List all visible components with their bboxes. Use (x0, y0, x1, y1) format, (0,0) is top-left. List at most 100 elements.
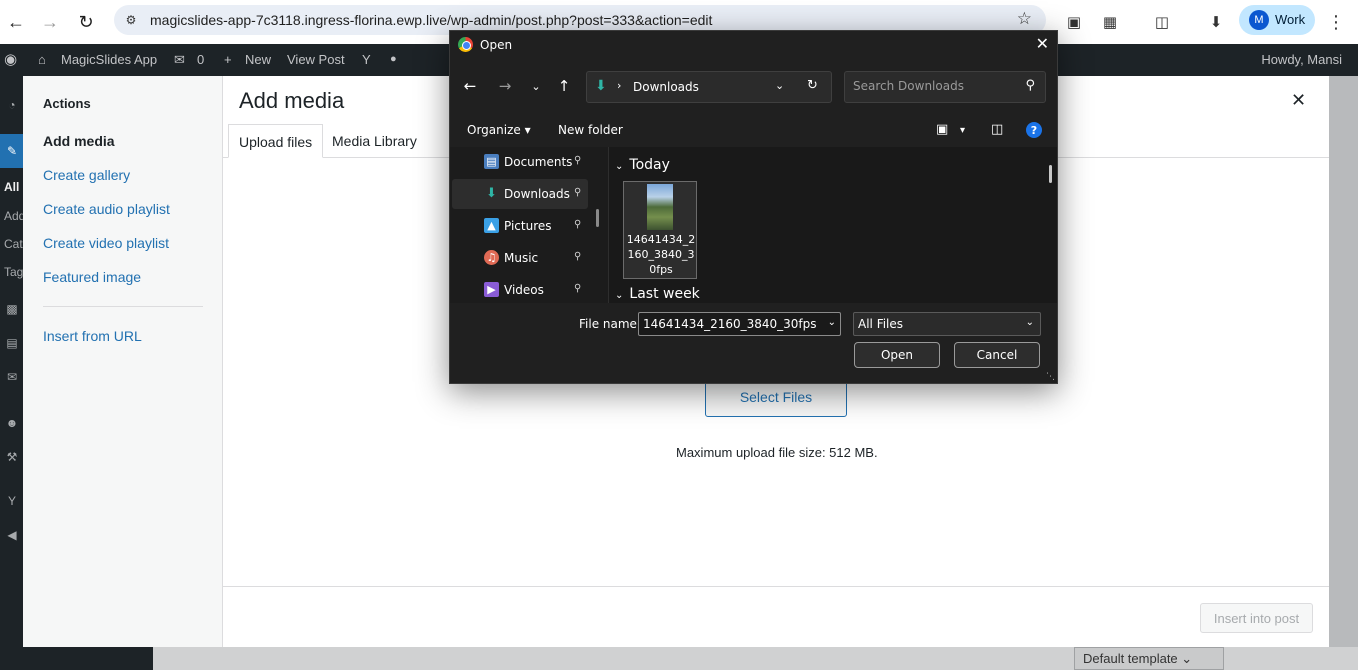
side-label-tags[interactable]: Tag (4, 265, 23, 279)
chevron-down-icon[interactable]: ⌄ (828, 317, 836, 328)
side-label-all[interactable]: All (4, 180, 19, 194)
menu-featured-image[interactable]: Featured image (43, 269, 141, 285)
nav-item-downloads[interactable]: ⬇ Downloads ⚲ (452, 179, 588, 209)
cast-screen-icon[interactable]: ◫ (1148, 8, 1176, 36)
media-icon[interactable]: ▩ (3, 300, 21, 318)
view-options-icon[interactable]: ▣ (936, 122, 948, 137)
new-folder-button[interactable]: New folder (558, 123, 623, 137)
image-extension-icon[interactable]: ▣ (1060, 8, 1088, 36)
picture-icon: ▲ (484, 218, 499, 233)
home-icon[interactable]: ⌂ (38, 52, 46, 67)
refresh-icon[interactable]: ↻ (807, 78, 818, 93)
dialog-search-box[interactable]: ⚲ (844, 71, 1046, 103)
posts-pin-icon[interactable]: ✎ (3, 142, 21, 160)
tab-upload-files[interactable]: Upload files (228, 124, 324, 158)
nav-item-videos[interactable]: ▶ Videos ⚲ (452, 275, 588, 305)
nav-item-music[interactable]: ♫ Music ⚲ (452, 243, 588, 273)
profile-chip[interactable]: M Work (1239, 5, 1315, 35)
file-pane-scrollbar[interactable] (1049, 165, 1052, 183)
close-icon[interactable]: ✕ (1291, 90, 1306, 111)
chevron-down-icon: ⌄ (1025, 317, 1034, 328)
file-name-combobox[interactable]: ⌄ (638, 312, 841, 336)
wordpress-logo-icon[interactable]: ◉ (4, 50, 17, 68)
dialog-forward-icon[interactable]: → (494, 75, 516, 97)
url-text: magicslides-app-7c3118.ingress-florina.e… (150, 12, 713, 28)
up-folder-icon[interactable]: ↑ (553, 75, 575, 97)
nav-item-label: Downloads (504, 187, 570, 201)
nav-item-label: Videos (504, 283, 544, 297)
back-icon[interactable]: ← (2, 8, 30, 36)
file-name-input[interactable] (643, 317, 819, 331)
view-dropdown-icon[interactable]: ▾ (960, 125, 965, 136)
pin-icon[interactable]: ⚲ (574, 251, 581, 262)
downloads-icon[interactable]: ⬇ (1202, 8, 1230, 36)
open-button[interactable]: Open (854, 342, 940, 368)
pin-icon[interactable]: ⚲ (574, 187, 581, 198)
insert-into-post-button[interactable]: Insert into post (1200, 603, 1313, 633)
nav-pane-scrollbar[interactable] (596, 209, 599, 227)
bookmark-star-icon[interactable]: ☆ (1017, 9, 1032, 29)
collapse-menu-icon[interactable]: ◀ (3, 526, 21, 544)
dialog-bottom-bar: File name: ⌄ All Files ⌄ Open Cancel ⋱ (450, 303, 1057, 383)
reload-icon[interactable]: ↻ (72, 8, 100, 36)
dialog-back-icon[interactable]: ← (459, 75, 481, 97)
file-item[interactable]: 14641434_2160_3840_30fps (623, 181, 697, 279)
tools-icon[interactable]: ⚒ (3, 448, 21, 466)
howdy-user[interactable]: Howdy, Mansi (1261, 52, 1342, 67)
cancel-button[interactable]: Cancel (954, 342, 1040, 368)
file-item-name: 14641434_2160_3840_30fps (626, 233, 696, 276)
nav-item-label: Documents (504, 155, 573, 169)
site-name-link[interactable]: MagicSlides App (61, 52, 157, 67)
dialog-address-box[interactable]: ⬇ › Downloads ⌄ ↻ (586, 71, 832, 103)
site-settings-icon[interactable]: ⚙ (122, 11, 140, 29)
extensions-puzzle-icon[interactable]: ▦ (1096, 8, 1124, 36)
forward-icon[interactable]: → (36, 8, 64, 36)
wp-side-menu: ◔ ✎ All Add Cat Tag ▩ ▤ ✉ ☻ ⚒ Y ◀ (0, 76, 25, 670)
search-input[interactable] (853, 79, 1013, 93)
dashboard-icon[interactable]: ◔ (3, 96, 21, 114)
menu-add-media[interactable]: Add media (43, 133, 115, 149)
template-select[interactable]: Default template ⌄ (1074, 647, 1224, 670)
chrome-logo-icon (458, 37, 473, 52)
comments-icon[interactable]: ✉ (174, 52, 185, 68)
group-header-today[interactable]: ⌄ Today (615, 157, 670, 173)
actions-heading: Actions (43, 96, 91, 111)
video-icon: ▶ (484, 282, 499, 297)
recent-locations-chevron-icon[interactable]: ⌄ (525, 75, 547, 97)
file-name-label: File name: (579, 317, 641, 331)
menu-insert-from-url[interactable]: Insert from URL (43, 328, 142, 344)
users-icon[interactable]: ☻ (3, 414, 21, 432)
organize-button[interactable]: Organize ▾ (467, 123, 531, 137)
pin-icon[interactable]: ⚲ (574, 155, 581, 166)
group-header-last-week[interactable]: ⌄ Last week (615, 286, 700, 302)
search-icon[interactable]: ⚲ (1025, 78, 1035, 93)
view-post-link[interactable]: View Post (287, 52, 345, 67)
menu-create-video-playlist[interactable]: Create video playlist (43, 235, 169, 251)
resize-grip-icon[interactable]: ⋱ (1046, 372, 1055, 382)
dialog-nav-row: ← → ⌄ ↑ ⬇ › Downloads ⌄ ↻ ⚲ (450, 67, 1057, 107)
dialog-close-icon[interactable]: ✕ (1036, 34, 1049, 53)
kebab-menu-icon[interactable]: ⋮ (1322, 8, 1350, 36)
menu-create-audio-playlist[interactable]: Create audio playlist (43, 201, 170, 217)
side-label-categories[interactable]: Cat (4, 237, 23, 251)
yoast-menu-icon[interactable]: Y (3, 492, 21, 510)
tab-media-library[interactable]: Media Library (322, 124, 427, 158)
comments-menu-icon[interactable]: ✉ (3, 368, 21, 386)
menu-create-gallery[interactable]: Create gallery (43, 167, 130, 183)
address-dropdown-icon[interactable]: ⌄ (775, 79, 784, 92)
pin-icon[interactable]: ⚲ (574, 283, 581, 294)
download-icon: ⬇ (486, 186, 497, 201)
nav-item-documents[interactable]: ▤ Documents ⚲ (452, 147, 588, 177)
file-type-select[interactable]: All Files ⌄ (853, 312, 1041, 336)
downloads-folder-icon: ⬇ (595, 78, 607, 94)
nav-item-pictures[interactable]: ▲ Pictures ⚲ (452, 211, 588, 241)
pin-icon[interactable]: ⚲ (574, 219, 581, 230)
editor-sidebar-edge (1329, 76, 1358, 647)
preview-pane-icon[interactable]: ◫ (991, 122, 1003, 137)
help-icon[interactable]: ? (1026, 122, 1042, 138)
breadcrumb[interactable]: Downloads (633, 80, 699, 94)
new-content-link[interactable]: New (245, 52, 271, 67)
yoast-icon[interactable]: Y (362, 52, 371, 67)
pages-icon[interactable]: ▤ (3, 334, 21, 352)
seo-status-dot-icon: ● (390, 53, 397, 65)
